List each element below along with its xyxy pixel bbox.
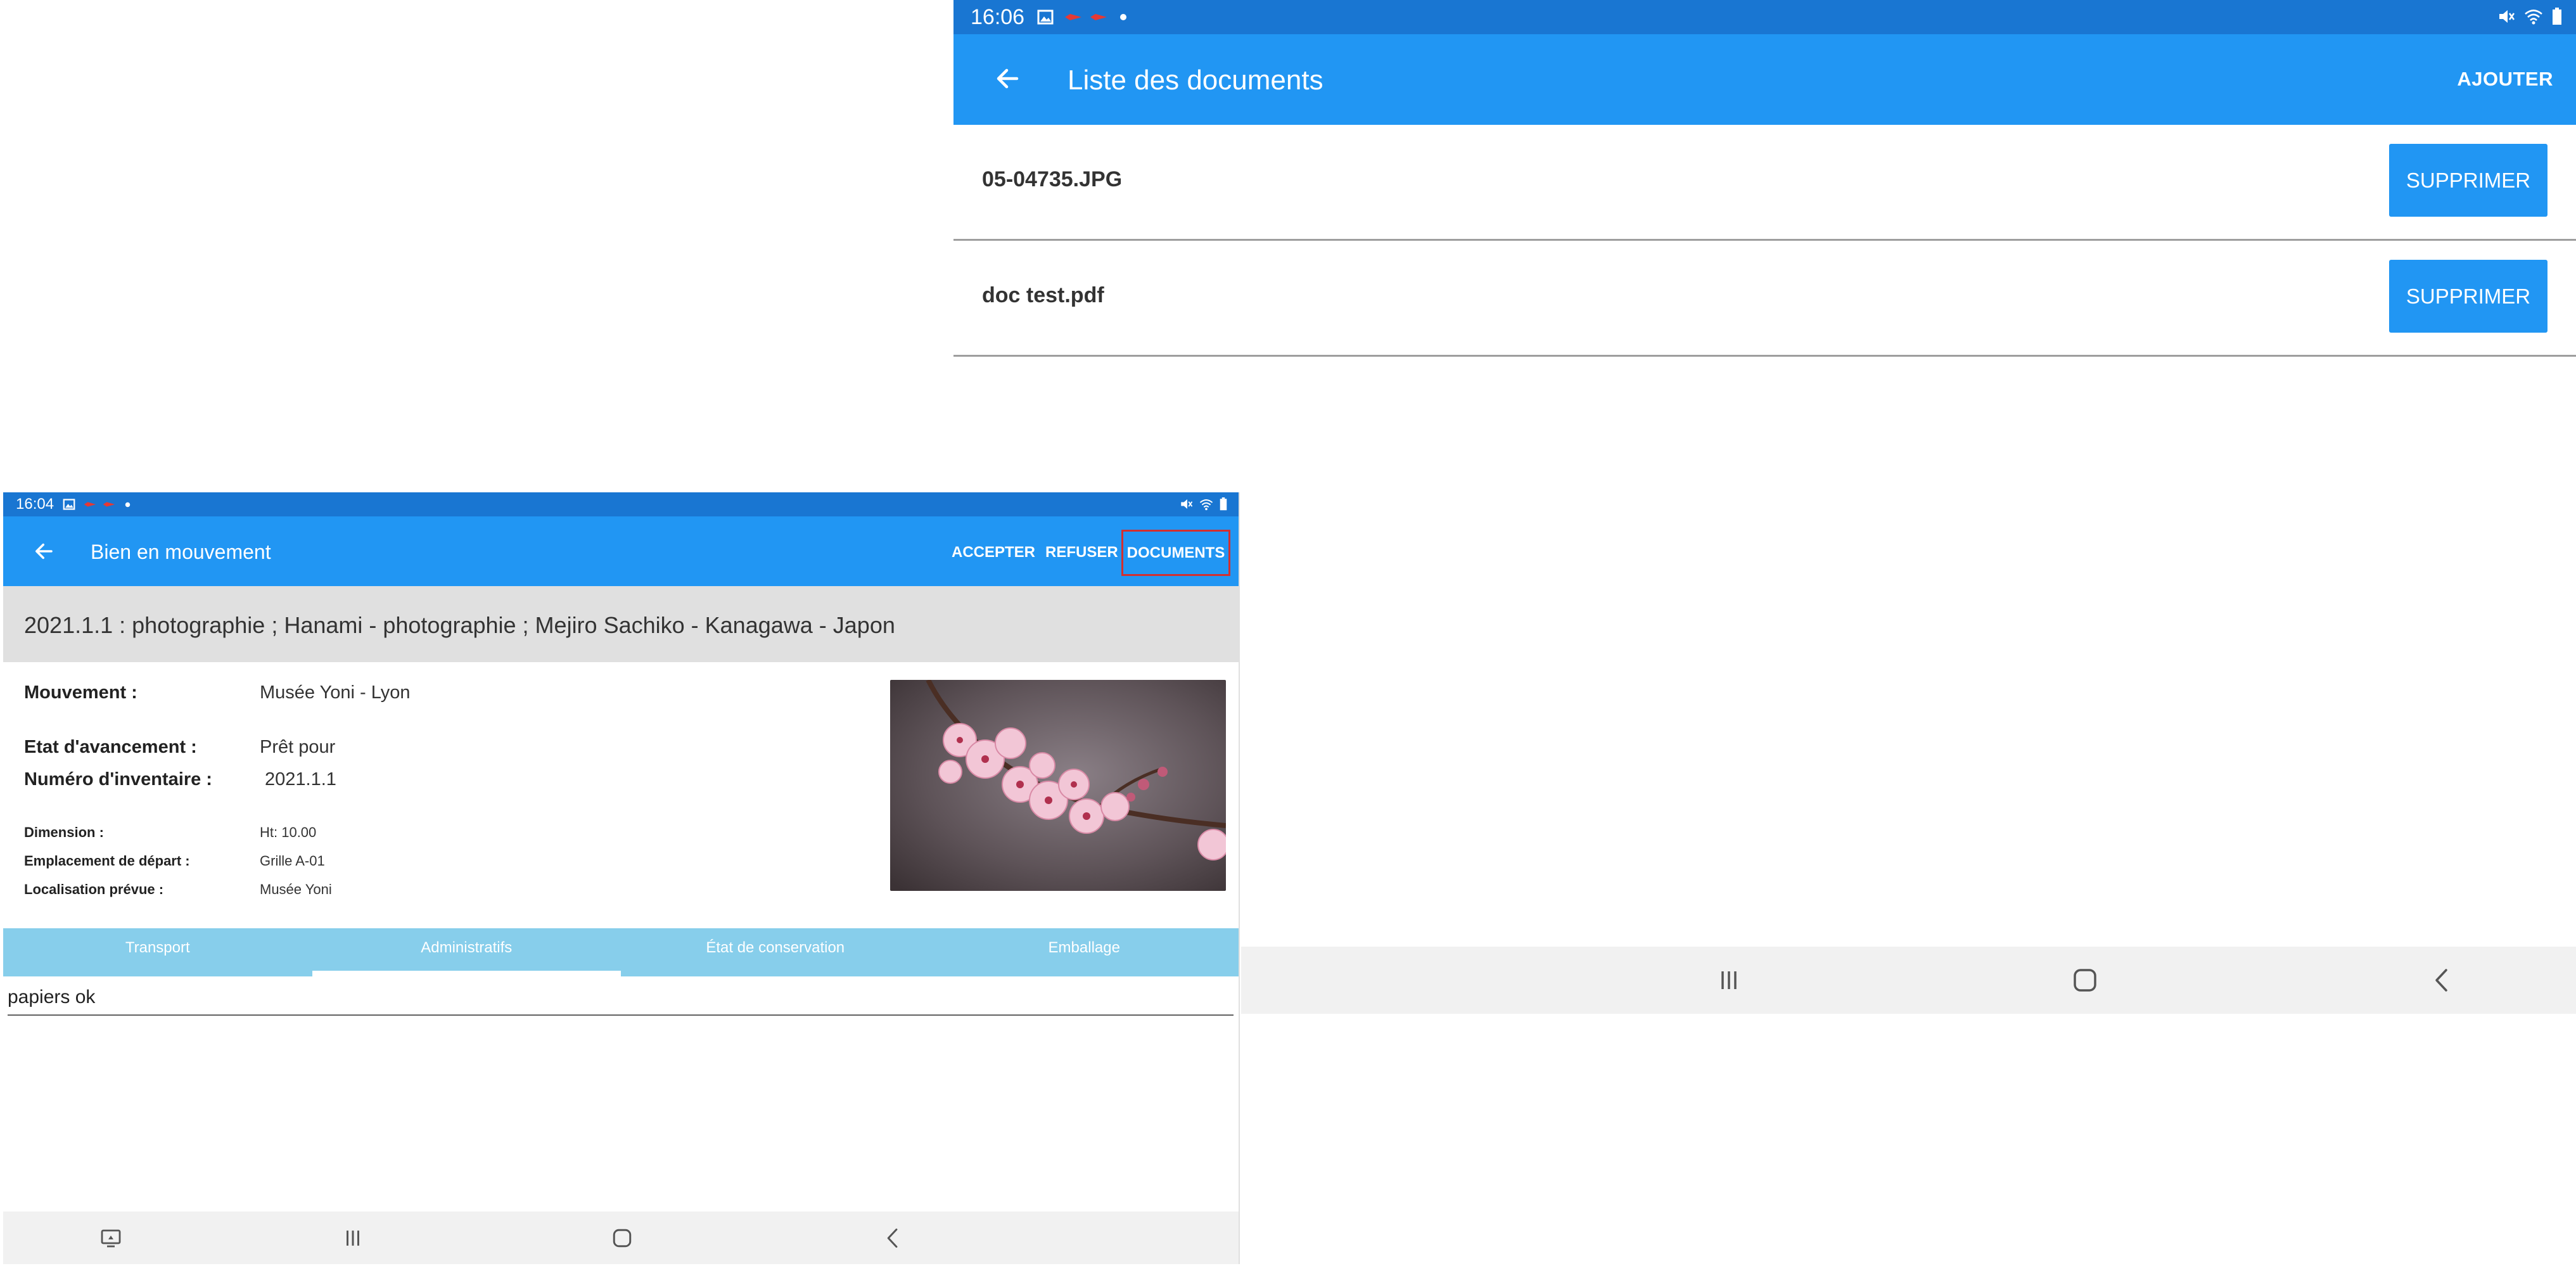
gallery-icon (1037, 10, 1054, 25)
mute-icon (2499, 10, 2515, 23)
refuse-button[interactable]: REFUSER (1045, 544, 1118, 561)
list-item[interactable]: doc test.pdf SUPPRIMER (953, 241, 2576, 357)
dot-icon (1120, 14, 1127, 20)
localisation-value: Musée Yoni (260, 881, 332, 897)
dot-icon (125, 502, 131, 507)
wifi-icon (1199, 499, 1213, 510)
tab-transport[interactable]: Transport (3, 928, 312, 976)
page-title: Liste des documents (1068, 65, 1323, 96)
tab-etat-conservation[interactable]: État de conservation (621, 928, 930, 976)
status-time: 16:06 (971, 4, 1025, 29)
object-header: 2021.1.1 : photographie ; Hanami - photo… (3, 586, 1239, 662)
object-photo (890, 680, 1226, 891)
etat-value: Prêt pour (260, 737, 336, 757)
etat-label: Etat d'avancement : (24, 737, 197, 757)
dimension-label: Dimension : (24, 824, 104, 840)
back-chevron-icon[interactable] (882, 1227, 903, 1249)
home-icon[interactable] (2072, 968, 2098, 993)
notification-icon (84, 502, 96, 507)
add-button[interactable]: AJOUTER (2457, 68, 2553, 91)
battery-icon (2553, 8, 2561, 25)
arrow-left-icon[interactable] (992, 63, 1023, 94)
inventaire-label: Numéro d'inventaire : (24, 769, 212, 790)
status-bar: 16:04 (3, 492, 1239, 516)
recents-icon[interactable] (1716, 968, 1742, 993)
navigation-bar (1241, 947, 2576, 1014)
tab-bar: Transport Administratifs État de conserv… (3, 928, 1239, 976)
notification-icon (103, 502, 115, 507)
emplacement-value: Grille A-01 (260, 853, 325, 869)
object-title: 2021.1.1 : photographie ; Hanami - photo… (24, 612, 895, 638)
mouvement-label: Mouvement : (24, 682, 137, 703)
navigation-bar (3, 1212, 1239, 1264)
tab-emballage[interactable]: Emballage (930, 928, 1239, 976)
wifi-icon (2525, 10, 2542, 25)
localisation-label: Localisation prévue : (24, 881, 164, 897)
delete-button[interactable]: SUPPRIMER (2389, 260, 2547, 333)
movement-detail-screen: 16:04 Bien en mouvement ACCEPTER REFUSER… (3, 492, 1240, 1264)
accept-button[interactable]: ACCEPTER (952, 544, 1035, 561)
back-chevron-icon[interactable] (2429, 968, 2454, 993)
notification-icon (1065, 14, 1082, 20)
notes-underline (8, 1014, 1234, 1016)
mute-icon (1181, 499, 1193, 509)
dimension-value: Ht: 10.00 (260, 824, 317, 840)
notification-icon (1090, 14, 1107, 20)
recents-icon[interactable] (342, 1227, 364, 1249)
gallery-icon (63, 499, 75, 510)
home-icon[interactable] (611, 1227, 633, 1249)
emplacement-label: Emplacement de départ : (24, 853, 190, 869)
status-bar: 16:06 (953, 0, 2576, 34)
list-item[interactable]: 05-04735.JPG SUPPRIMER (953, 125, 2576, 241)
screen-mirror-icon[interactable] (100, 1227, 122, 1249)
mouvement-value: Musée Yoni - Lyon (260, 682, 411, 703)
page-title: Bien en mouvement (91, 540, 271, 563)
document-name: 05-04735.JPG (982, 167, 1123, 191)
app-bar: Liste des documents AJOUTER (953, 34, 2576, 125)
arrow-left-icon[interactable] (31, 539, 56, 564)
delete-button[interactable]: SUPPRIMER (2389, 144, 2547, 217)
notes-field[interactable]: papiers ok (8, 987, 95, 1008)
document-name: doc test.pdf (982, 283, 1104, 307)
documents-button[interactable]: DOCUMENTS (1121, 530, 1230, 576)
tab-administratifs[interactable]: Administratifs (312, 928, 622, 976)
inventaire-value: 2021.1.1 (265, 769, 336, 790)
battery-icon (1220, 497, 1227, 511)
status-time: 16:04 (16, 496, 54, 513)
app-bar: Bien en mouvement ACCEPTER REFUSER DOCUM… (3, 516, 1239, 586)
